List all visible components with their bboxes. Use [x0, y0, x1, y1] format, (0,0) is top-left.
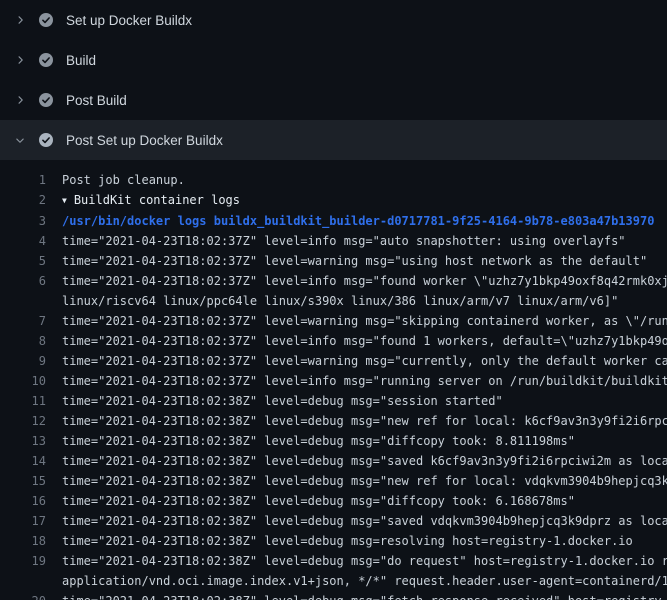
log-line-text: time="2021-04-23T18:02:38Z" level=debug …	[62, 534, 633, 548]
log-line: 8 time="2021-04-23T18:02:37Z" level=info…	[0, 331, 667, 351]
actions-log-viewer: Set up Docker Buildx Build P	[0, 0, 667, 600]
log-line-number[interactable]: 13	[0, 431, 46, 451]
log-line: 6 time="2021-04-23T18:02:37Z" level=info…	[0, 271, 667, 311]
log-line: 2 ▼ BuildKit container logs	[0, 190, 667, 211]
log-line-text: BuildKit container logs	[74, 193, 240, 207]
log-line: 9 time="2021-04-23T18:02:37Z" level=warn…	[0, 351, 667, 371]
log-line-text: time="2021-04-23T18:02:38Z" level=debug …	[62, 454, 667, 468]
log-line: 20 time="2021-04-23T18:02:38Z" level=deb…	[0, 591, 667, 600]
step-header[interactable]: Set up Docker Buildx	[0, 0, 667, 40]
log-line-number[interactable]: 4	[0, 231, 46, 251]
log-line-number[interactable]: 5	[0, 251, 46, 271]
log-line-number[interactable]: 12	[0, 411, 46, 431]
check-circle-icon	[38, 12, 54, 28]
log-line-text: time="2021-04-23T18:02:38Z" level=debug …	[62, 434, 575, 448]
log-line-text: time="2021-04-23T18:02:37Z" level=warnin…	[62, 254, 647, 268]
log-line: 7 time="2021-04-23T18:02:37Z" level=warn…	[0, 311, 667, 331]
log-line: 16 time="2021-04-23T18:02:38Z" level=deb…	[0, 491, 667, 511]
log-line-text: /usr/bin/docker logs buildx_buildkit_bui…	[62, 214, 654, 228]
step-title: Build	[66, 53, 96, 68]
log-line-text: time="2021-04-23T18:02:38Z" level=debug …	[62, 494, 575, 508]
step-title: Post Build	[66, 93, 127, 108]
log-line: 3 /usr/bin/docker logs buildx_buildkit_b…	[0, 211, 667, 231]
log-line-number[interactable]: 8	[0, 331, 46, 351]
log-line: 10 time="2021-04-23T18:02:37Z" level=inf…	[0, 371, 667, 391]
log-line-text: time="2021-04-23T18:02:37Z" level=warnin…	[62, 314, 667, 328]
log-line-number[interactable]: 17	[0, 511, 46, 531]
log-line-text: time="2021-04-23T18:02:37Z" level=info m…	[62, 334, 667, 348]
log-line: 12 time="2021-04-23T18:02:38Z" level=deb…	[0, 411, 667, 431]
log-line-text: time="2021-04-23T18:02:37Z" level=info m…	[62, 374, 667, 388]
log-line: 5 time="2021-04-23T18:02:37Z" level=warn…	[0, 251, 667, 271]
log-line-number[interactable]: 20	[0, 591, 46, 600]
log-line-number[interactable]: 2	[0, 190, 46, 211]
step-header[interactable]: Post Build	[0, 80, 667, 120]
log-line-number[interactable]: 1	[0, 170, 46, 190]
step-title: Set up Docker Buildx	[66, 13, 192, 28]
chevron-right-icon[interactable]	[12, 52, 28, 68]
steps-list: Set up Docker Buildx Build P	[0, 0, 667, 160]
log-line-text: time="2021-04-23T18:02:38Z" level=debug …	[62, 594, 667, 600]
log-line-number[interactable]: 10	[0, 371, 46, 391]
log-line-text: time="2021-04-23T18:02:38Z" level=debug …	[62, 554, 667, 588]
log-line-text: time="2021-04-23T18:02:37Z" level=warnin…	[62, 354, 667, 368]
step-title: Post Set up Docker Buildx	[66, 133, 223, 148]
chevron-right-icon[interactable]	[12, 92, 28, 108]
step-header[interactable]: Build	[0, 40, 667, 80]
log-line-text: time="2021-04-23T18:02:38Z" level=debug …	[62, 514, 667, 528]
log-line-text: time="2021-04-23T18:02:37Z" level=info m…	[62, 274, 667, 308]
log-line: 19 time="2021-04-23T18:02:38Z" level=deb…	[0, 551, 667, 591]
log-line-number[interactable]: 11	[0, 391, 46, 411]
log-group-toggle-icon[interactable]: ▼	[62, 191, 67, 211]
chevron-right-icon[interactable]	[12, 132, 28, 148]
log-line-number[interactable]: 18	[0, 531, 46, 551]
log-line-number[interactable]: 3	[0, 211, 46, 231]
step-header[interactable]: Post Set up Docker Buildx	[0, 120, 667, 160]
log-line-number[interactable]: 16	[0, 491, 46, 511]
chevron-right-icon[interactable]	[12, 12, 28, 28]
log-line-text: time="2021-04-23T18:02:38Z" level=debug …	[62, 394, 503, 408]
log-line-number[interactable]: 19	[0, 551, 46, 591]
log-line: 18 time="2021-04-23T18:02:38Z" level=deb…	[0, 531, 667, 551]
log-line: 11 time="2021-04-23T18:02:38Z" level=deb…	[0, 391, 667, 411]
log-line-number[interactable]: 7	[0, 311, 46, 331]
log-lines: 1 Post job cleanup. 2 ▼ BuildKit containe…	[0, 160, 667, 600]
check-circle-icon	[38, 92, 54, 108]
log-line: 14 time="2021-04-23T18:02:38Z" level=deb…	[0, 451, 667, 471]
log-line: 17 time="2021-04-23T18:02:38Z" level=deb…	[0, 511, 667, 531]
log-line-text: time="2021-04-23T18:02:37Z" level=info m…	[62, 234, 626, 248]
log-line: 15 time="2021-04-23T18:02:38Z" level=deb…	[0, 471, 667, 491]
log-line: 1 Post job cleanup.	[0, 170, 667, 190]
log-line-text: Post job cleanup.	[62, 173, 185, 187]
check-circle-icon	[38, 132, 54, 148]
log-line-number[interactable]: 15	[0, 471, 46, 491]
check-circle-icon	[38, 52, 54, 68]
log-line-number[interactable]: 6	[0, 271, 46, 311]
log-line-text: time="2021-04-23T18:02:38Z" level=debug …	[62, 414, 667, 428]
log-line-number[interactable]: 9	[0, 351, 46, 371]
log-line-text: time="2021-04-23T18:02:38Z" level=debug …	[62, 474, 667, 488]
log-line-number[interactable]: 14	[0, 451, 46, 471]
log-line: 4 time="2021-04-23T18:02:37Z" level=info…	[0, 231, 667, 251]
log-line: 13 time="2021-04-23T18:02:38Z" level=deb…	[0, 431, 667, 451]
